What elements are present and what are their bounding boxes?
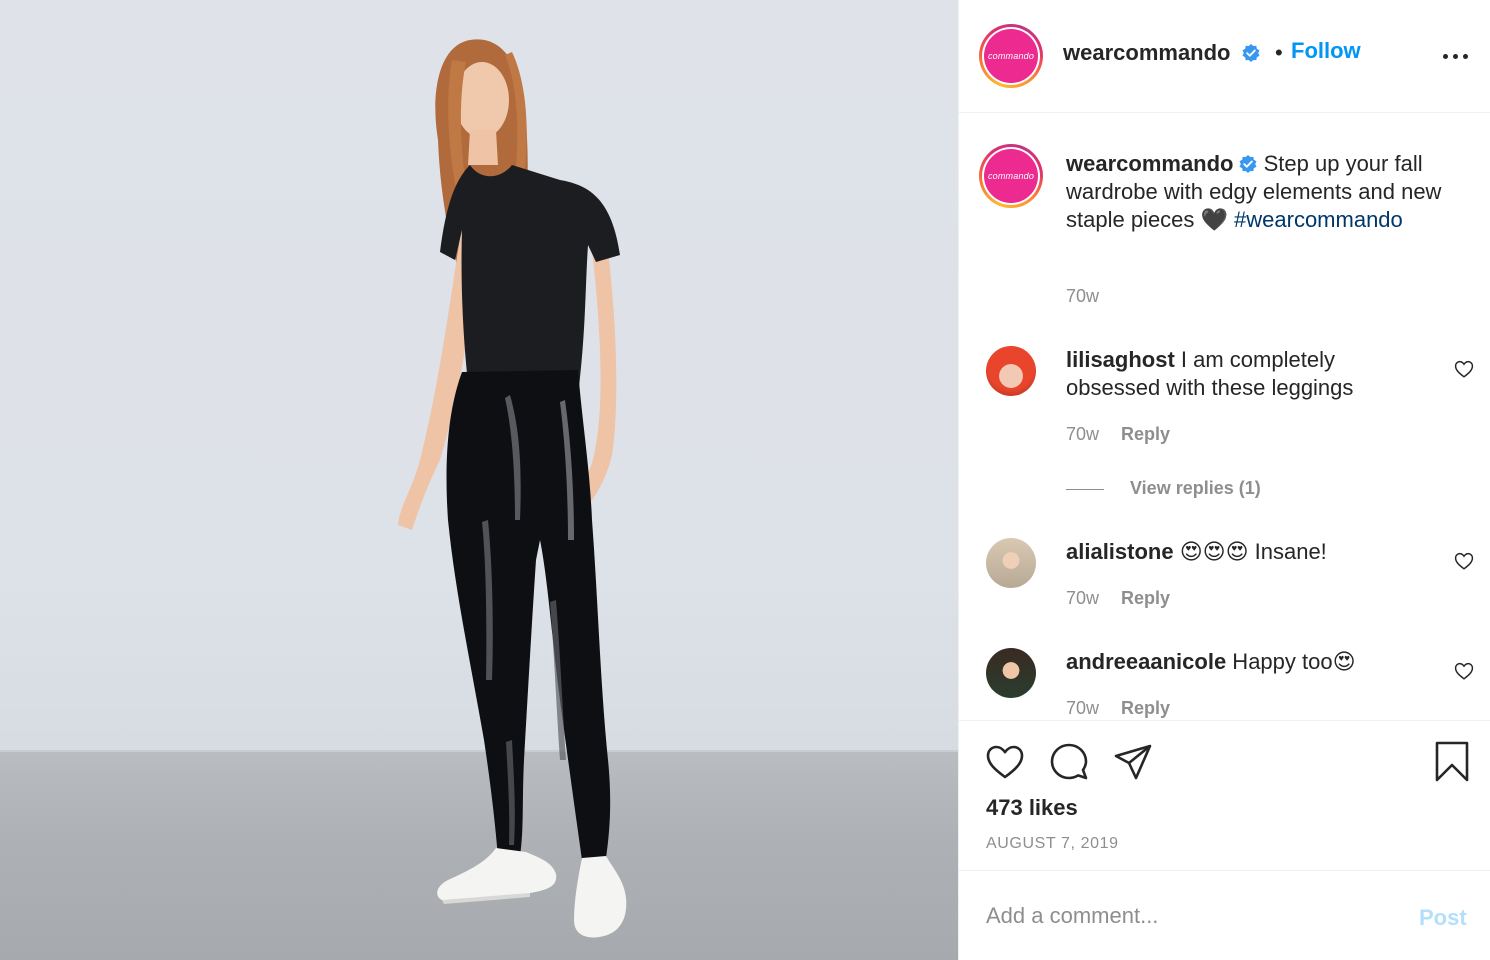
post-date[interactable]: AUGUST 7, 2019 [986,835,1119,853]
comment-text: Happy too😍 [1226,649,1356,674]
paper-plane-icon[interactable] [1112,741,1154,783]
comments-list[interactable]: commando wearcommando Step up your fall … [959,114,1490,720]
caption-timestamp[interactable]: 70w [1066,286,1099,307]
profile-avatar[interactable]: commando [979,24,1043,88]
heart-icon[interactable] [984,741,1026,783]
comment-username[interactable]: andreeaanicole [1066,649,1226,674]
header-username[interactable]: wearcommando [1063,40,1261,66]
more-options-icon[interactable] [1441,46,1471,66]
post-header: commando wearcommando • Follow [959,0,1490,113]
comment-username[interactable]: alialistone [1066,539,1174,564]
heart-outline-icon[interactable] [1453,358,1475,380]
reply-button[interactable]: Reply [1121,698,1170,718]
verified-badge-icon [1239,155,1256,173]
follow-button[interactable]: Follow [1291,38,1361,64]
post-details-panel: commando wearcommando • Follow commando … [958,0,1490,960]
commenter-avatar[interactable] [986,648,1036,698]
separator-dot: • [1275,40,1283,65]
hashtag-link[interactable]: #wearcommando [1234,207,1403,232]
comment-timestamp[interactable]: 70w [1066,424,1099,444]
post-actions: 473 likes AUGUST 7, 2019 [959,720,1490,870]
heart-outline-icon[interactable] [1453,660,1475,682]
comment-timestamp[interactable]: 70w [1066,588,1099,608]
model-illustration [398,39,627,938]
comment-username[interactable]: lilisaghost [1066,347,1175,372]
likes-count[interactable]: 473 likes [986,795,1078,821]
caption-text: wearcommando Step up your fall wardrobe … [1066,150,1466,234]
caption-username[interactable]: wearcommando [1066,151,1234,176]
brand-logo: commando [984,149,1038,203]
commenter-avatar[interactable] [986,538,1036,588]
comment-timestamp[interactable]: 70w [1066,698,1099,718]
comment-icon[interactable] [1048,741,1090,783]
brand-logo: commando [984,29,1038,83]
post-image[interactable] [0,0,958,960]
heart-outline-icon[interactable] [1453,550,1475,572]
comment-input[interactable] [986,899,1386,933]
add-comment-bar: Post [959,870,1490,960]
verified-badge-icon [1242,44,1260,62]
view-replies-button[interactable]: View replies (1) [1066,478,1261,499]
username-text[interactable]: wearcommando [1063,40,1231,65]
caption-avatar[interactable]: commando [979,144,1043,208]
reply-button[interactable]: Reply [1121,588,1170,608]
comment-text: 😍😍😍 Insane! [1173,539,1327,564]
commenter-avatar[interactable] [986,346,1036,396]
reply-button[interactable]: Reply [1121,424,1170,444]
bookmark-icon[interactable] [1431,741,1473,783]
post-comment-button[interactable]: Post [1419,905,1467,931]
